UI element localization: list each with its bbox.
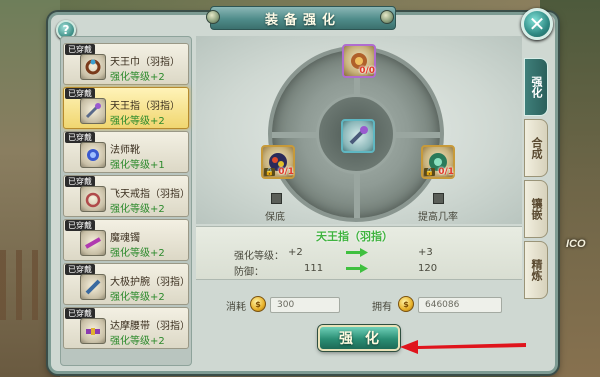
lock-icon: 🔒 — [264, 168, 275, 176]
boost-rate-label: 提高几率 — [418, 212, 458, 223]
guarantee-label: 保底 — [265, 212, 285, 223]
material-slot-left[interactable]: 🔒 0/1 — [261, 145, 295, 179]
ring-icon — [349, 126, 368, 145]
enhance-button[interactable]: 强化 — [318, 325, 400, 351]
equipment-item-2[interactable]: 已穿戴 天王指（羽指） 强化等级+2 — [63, 87, 189, 129]
title-orb-left-icon — [206, 10, 220, 24]
arrow-right-icon — [346, 248, 368, 257]
title-orb-right-icon — [380, 10, 394, 24]
equipment-level: 强化等级+2 — [110, 72, 165, 83]
tab-label: 强化 — [530, 76, 543, 98]
equipment-item-1[interactable]: 已穿戴 天王巾（羽指） 强化等级+2 — [63, 43, 189, 85]
equipment-item-5[interactable]: 已穿戴 魔魂镯 强化等级+2 — [63, 219, 189, 261]
tab-enhance[interactable]: 强化 — [524, 58, 548, 116]
coin-icon: $ — [398, 296, 414, 312]
slot-count: 0/0 — [359, 66, 375, 76]
arrow-right-icon — [346, 264, 368, 273]
wheel-spoke — [354, 170, 360, 218]
equipment-item-4[interactable]: 已穿戴 飞天戒指（羽指） 强化等级+2 — [63, 175, 190, 217]
stat-to-value: 120 — [418, 263, 438, 274]
equipment-item-7[interactable]: 已穿戴 达摩腰带（羽指） 强化等级+2 — [63, 307, 190, 349]
tab-inlay[interactable]: 镶嵌 — [524, 180, 548, 238]
tab-label: 精炼 — [530, 259, 543, 281]
stat-label: 防御： — [234, 267, 264, 278]
material-slot-top[interactable]: 0/0 — [342, 44, 376, 78]
equipment-level: 强化等级+2 — [110, 116, 165, 127]
ring-icon — [80, 54, 106, 80]
boost-rate-checkbox[interactable] — [433, 193, 444, 204]
stat-to-value: +3 — [418, 247, 433, 258]
annotation-arrow-icon — [400, 340, 526, 354]
material-slot-right[interactable]: 🔒 0/1 — [421, 145, 455, 179]
tab-refine[interactable]: 精炼 — [524, 241, 548, 299]
close-button[interactable]: ✕ — [521, 8, 553, 40]
equipment-item-3[interactable]: 已穿戴 法师靴 强化等级+1 — [63, 131, 189, 173]
stat-label: 强化等级： — [234, 251, 284, 262]
consume-value: 300 — [270, 297, 340, 313]
own-value: 646086 — [418, 297, 502, 313]
equipment-name: 法师靴 — [110, 145, 140, 156]
stats-panel: 天王指（羽指） 强化等级： +2 +3 防御： 111 120 — [196, 226, 522, 280]
tab-label: 合成 — [530, 137, 543, 159]
bracelet-icon — [80, 230, 106, 256]
equipment-list: 已穿戴 天王巾（羽指） 强化等级+2 已穿戴 天王指（羽指） 强化等级+2 已穿… — [60, 36, 192, 366]
equipment-level: 强化等级+2 — [110, 336, 165, 347]
belt-icon — [80, 318, 106, 344]
stats-item-name: 天王指（羽指） — [316, 230, 393, 243]
equipment-name: 天王指（羽指） — [110, 101, 180, 112]
stat-from-value: +2 — [288, 247, 303, 258]
lock-icon: 🔒 — [424, 168, 435, 176]
stat-from-value: 111 — [304, 263, 324, 274]
equipment-slot-main[interactable] — [341, 119, 375, 153]
ring-icon — [80, 186, 106, 212]
equipment-level: 强化等级+2 — [110, 292, 165, 303]
wristguard-icon — [80, 274, 106, 300]
wheel-spoke — [272, 132, 320, 138]
slot-count: 0/1 — [438, 167, 454, 177]
equipment-name: 飞天戒指（羽指） — [110, 189, 190, 200]
boots-icon — [80, 142, 106, 168]
tab-label: 镶嵌 — [530, 198, 543, 220]
equipment-name: 大极护腕（羽指） — [110, 277, 190, 288]
equipment-name: 达摩腰带（羽指） — [110, 321, 190, 332]
slot-count: 0/1 — [278, 167, 294, 177]
ring-icon — [80, 98, 106, 124]
own-label: 拥有 — [372, 302, 392, 313]
wheel-spoke — [392, 132, 440, 138]
equipment-level: 强化等级+1 — [110, 160, 165, 171]
equipment-name: 魔魂镯 — [110, 233, 140, 244]
equipment-level: 强化等级+2 — [110, 248, 165, 259]
coin-icon: $ — [250, 296, 266, 312]
background-logo: ICO — [566, 238, 586, 250]
tab-compose[interactable]: 合成 — [524, 119, 548, 177]
equipment-level: 强化等级+2 — [110, 204, 165, 215]
equipment-item-6[interactable]: 已穿戴 大极护腕（羽指） 强化等级+2 — [63, 263, 190, 305]
equipment-name: 天王巾（羽指） — [110, 57, 180, 68]
consume-label: 消耗 — [226, 302, 246, 313]
window-title: 装备强化 — [210, 6, 396, 30]
guarantee-checkbox[interactable] — [271, 193, 282, 204]
